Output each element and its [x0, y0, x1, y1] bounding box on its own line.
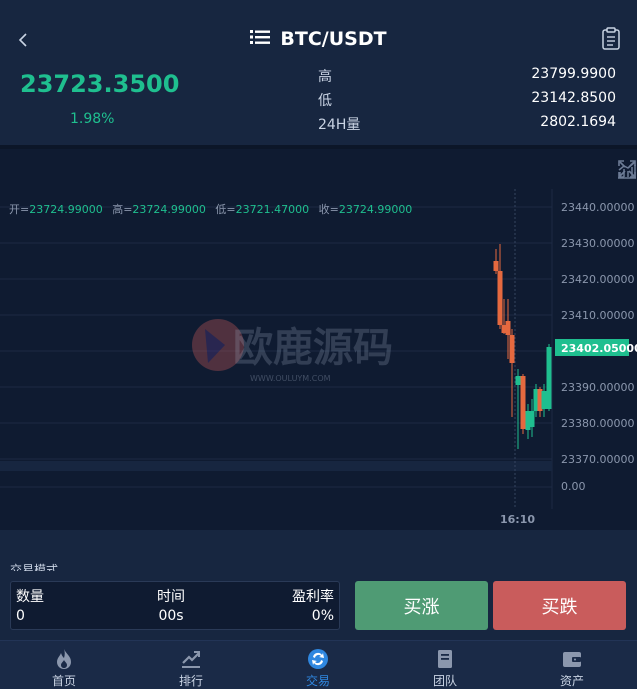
time-axis-label: 16:10 — [500, 513, 535, 526]
candle-body — [541, 391, 547, 409]
price-tick: 23430.00000 — [561, 237, 634, 250]
tab-team[interactable]: 团队 — [395, 641, 495, 689]
candles — [493, 244, 552, 449]
last-price: 23723.3500 — [20, 70, 180, 98]
price-tick: 23390.00000 — [561, 381, 634, 394]
low-value: 23721.47000 — [236, 203, 309, 216]
order-info-box: 数量 0 时间 00s 盈利率 0% — [10, 581, 340, 630]
watermark-subtext: WWW.OULUYM.COM — [250, 374, 331, 383]
low-label: 低= — [215, 203, 235, 216]
wallet-icon — [563, 652, 581, 667]
low-label: 低 — [318, 93, 332, 109]
tab-trade-label: 交易 — [305, 674, 330, 688]
trade-mode-label: 交易模式 — [10, 563, 59, 571]
high-value: 23724.99000 — [132, 203, 205, 216]
time-label: 时间 — [157, 589, 185, 605]
candle-body — [497, 271, 503, 325]
candle-body — [515, 376, 521, 385]
price-tick: 23410.00000 — [561, 309, 634, 322]
flame-icon — [57, 649, 71, 669]
buy-down-button[interactable]: 买跌 — [493, 581, 626, 630]
pair-title: BTC/USDT — [280, 28, 387, 50]
ranking-icon — [182, 651, 200, 668]
watermark-text: 欧鹿源码 — [233, 325, 393, 371]
volume-tick: 0.00 — [561, 480, 586, 493]
volume-divider — [0, 461, 552, 471]
tab-assets-label: 资产 — [559, 674, 584, 688]
tab-home[interactable]: 首页 — [14, 641, 114, 689]
menu-list-icon — [250, 29, 271, 49]
time-field: 时间 00s — [141, 588, 201, 626]
change-percent: 1.98% — [70, 111, 115, 127]
candle-body — [509, 335, 515, 363]
bottom-tab-bar: 首页 排行 交易 团队 资产 — [0, 640, 637, 689]
kline-chart[interactable]: 欧鹿源码 WWW.OULUYM.COM 23440.00000 23430.00… — [0, 145, 637, 530]
high-label: 高= — [112, 202, 132, 216]
current-price-label: 23402.05000 — [561, 342, 637, 355]
volume-label: 24H量 — [318, 117, 361, 133]
price-tick: 23420.00000 — [561, 273, 634, 286]
candle-body — [529, 411, 535, 427]
quantity-label: 数量 — [16, 589, 44, 605]
exchange-icon — [308, 649, 328, 669]
buy-up-button[interactable]: 买涨 — [355, 581, 488, 630]
kline-svg: 欧鹿源码 WWW.OULUYM.COM 23440.00000 23430.00… — [0, 189, 637, 526]
open-value: 23724.99000 — [29, 203, 102, 216]
close-label: 收= — [319, 202, 339, 216]
tab-trade[interactable]: 交易 — [268, 641, 368, 689]
profit-field: 盈利率 0% — [292, 588, 334, 626]
price-tick: 23380.00000 — [561, 417, 634, 430]
high-label: 高 — [318, 69, 332, 85]
price-tick: 23370.00000 — [561, 453, 634, 466]
tab-team-label: 团队 — [432, 674, 457, 688]
quantity-field: 数量 0 — [16, 588, 44, 626]
tab-assets[interactable]: 资产 — [522, 641, 622, 689]
open-label: 开= — [9, 203, 29, 216]
tab-ranking-label: 排行 — [178, 674, 203, 688]
quantity-value: 0 — [16, 608, 25, 624]
candle-body — [546, 347, 552, 409]
volume-value: 2802.1694 — [540, 114, 616, 130]
candle-body — [520, 376, 526, 429]
profit-value: 0% — [311, 608, 334, 624]
time-value: 00s — [158, 608, 184, 624]
tab-home-label: 首页 — [51, 674, 76, 688]
tab-ranking[interactable]: 排行 — [141, 641, 241, 689]
market-header: BTC/USDT 23723.3500 1.98% 高 23799.9900 低… — [0, 0, 637, 145]
profit-label: 盈利率 — [292, 589, 334, 605]
high-value: 23799.9900 — [531, 66, 616, 82]
close-value: 23724.99000 — [339, 203, 412, 216]
order-record-icon[interactable] — [601, 27, 621, 51]
team-icon — [438, 650, 452, 668]
ohlc-legend: 开=23724.99000 高=23724.99000 低=23721.4700… — [9, 202, 412, 216]
candle-body — [493, 261, 499, 271]
low-value: 23142.8500 — [531, 90, 616, 106]
candle-body — [505, 321, 511, 335]
price-tick: 23440.00000 — [561, 201, 634, 214]
pair-selector[interactable]: BTC/USDT — [250, 28, 387, 50]
